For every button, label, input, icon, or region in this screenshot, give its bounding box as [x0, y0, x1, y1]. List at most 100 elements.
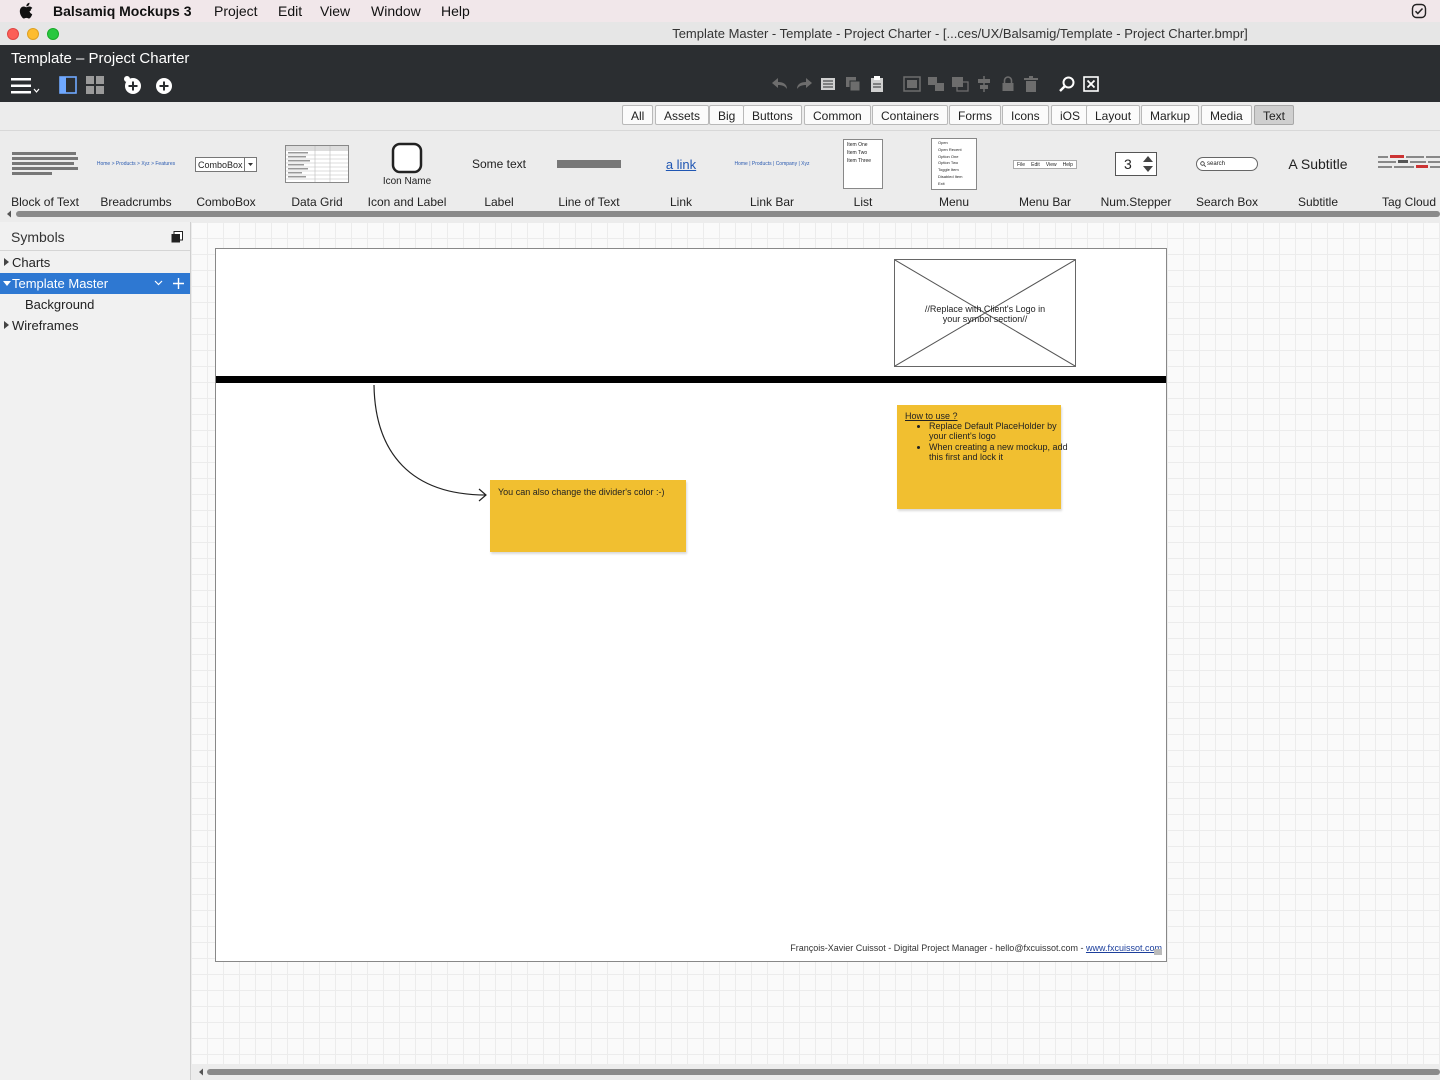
sticky-note-how-to-use[interactable]: How to use ? Replace Default PlaceHolder…	[897, 405, 1068, 509]
chevron-down-icon[interactable]	[154, 280, 163, 286]
canvas-scrollbar[interactable]	[197, 1064, 1440, 1080]
filter-big[interactable]: Big	[709, 105, 745, 125]
filter-containers[interactable]: Containers	[872, 105, 949, 125]
caret-right-icon[interactable]	[4, 258, 9, 266]
library-item-icon-and-label[interactable]: Icon Name Icon and Label	[362, 131, 452, 211]
library-item-combobox[interactable]: ComboBox ComboBox	[181, 131, 271, 211]
grid-view-icon[interactable]	[86, 76, 104, 94]
sidebar-title: Symbols	[11, 229, 65, 245]
filter-assets[interactable]: Assets	[655, 105, 710, 125]
menu-edit[interactable]: Edit	[278, 3, 302, 19]
sidebar-item-label: Wireframes	[12, 318, 79, 333]
caret-right-icon[interactable]	[4, 321, 9, 329]
sidebar-item-template-master[interactable]: Template Master	[0, 273, 190, 294]
filter-all[interactable]: All	[622, 105, 654, 125]
library-item-tag-cloud[interactable]: Tag Cloud	[1364, 131, 1440, 211]
status-check-icon[interactable]	[1411, 3, 1427, 19]
redo-icon[interactable]	[795, 77, 813, 91]
library-item-breadcrumbs[interactable]: Home > Products > Xyz > Features Breadcr…	[91, 131, 181, 211]
menu-preview-item: Open Recent	[938, 146, 962, 152]
library-item-link-bar[interactable]: Home | Products | Company | Xyz Link Bar	[727, 131, 817, 211]
fullscreen-close-icon[interactable]	[1083, 76, 1099, 92]
library-item-list[interactable]: Item One Item Two Item Three List	[818, 131, 908, 211]
search-preview-icon	[1200, 161, 1206, 167]
trash-icon[interactable]	[1024, 76, 1038, 92]
duplicate-icon[interactable]	[845, 76, 861, 92]
header-divider[interactable]	[216, 376, 1166, 383]
library-item-menu-bar[interactable]: File Edit View Help Menu Bar	[1000, 131, 1090, 211]
sidebar-item-wireframes[interactable]: Wireframes	[0, 315, 190, 336]
footer-text: François-Xavier Cuissot - Digital Projec…	[790, 943, 1086, 953]
resize-handle-icon[interactable]	[1154, 949, 1162, 955]
arrange-icon[interactable]	[951, 76, 969, 92]
library-item-subtitle[interactable]: A Subtitle Subtitle	[1273, 131, 1363, 211]
sidebar-item-charts[interactable]: Charts	[0, 252, 190, 273]
filter-markup[interactable]: Markup	[1141, 105, 1200, 125]
library-item-label[interactable]: Some text Label	[454, 131, 544, 211]
menu-window[interactable]: Window	[371, 3, 421, 19]
list-preview-item: Item Three	[847, 158, 872, 164]
filter-ios[interactable]: iOS	[1051, 105, 1090, 125]
add-mockup-icon[interactable]	[123, 75, 143, 95]
hamburger-menu-icon[interactable]	[11, 77, 41, 95]
library-item-link[interactable]: a link Link	[636, 131, 726, 211]
filter-forms[interactable]: Forms	[949, 105, 1001, 125]
toggle-sidebar-icon[interactable]	[59, 76, 77, 94]
align-icon[interactable]	[975, 76, 993, 92]
undo-icon[interactable]	[771, 77, 789, 91]
group-icon[interactable]	[903, 76, 921, 92]
close-window-button[interactable]	[7, 28, 19, 40]
library-item-search-box[interactable]: search Search Box	[1182, 131, 1272, 211]
library-item-data-grid[interactable]: Data Grid	[272, 131, 362, 211]
tag-cloud-preview	[1364, 137, 1440, 191]
filter-icons[interactable]: Icons	[1002, 105, 1049, 125]
menu-help[interactable]: Help	[441, 3, 470, 19]
filter-media[interactable]: Media	[1201, 105, 1252, 125]
menu-preview-item: Toggle Item	[938, 167, 959, 173]
list-preview-item: Item Two	[847, 150, 868, 156]
zoom-window-button[interactable]	[47, 28, 59, 40]
minimize-window-button[interactable]	[27, 28, 39, 40]
filter-buttons[interactable]: Buttons	[743, 105, 802, 125]
mockup-page[interactable]: //Replace with Client's Logo in your sym…	[215, 248, 1167, 962]
macos-menu-bar: Balsamiq Mockups 3 Project Edit View Win…	[0, 0, 1440, 23]
lock-icon[interactable]	[1001, 76, 1015, 92]
line-of-text-preview	[544, 137, 634, 191]
copy-symbol-icon[interactable]	[171, 231, 183, 243]
filter-text[interactable]: Text	[1254, 105, 1295, 125]
window-title: Template Master - Template - Project Cha…	[672, 26, 1248, 41]
sticky-note-text: You can also change the divider's color …	[498, 487, 665, 497]
sidebar-item-background[interactable]: Background	[0, 294, 190, 315]
library-item-line-of-text[interactable]: Line of Text	[544, 131, 634, 211]
filter-common[interactable]: Common	[804, 105, 871, 125]
copy-icon[interactable]	[820, 76, 836, 92]
library-item-num-stepper[interactable]: 3 Num.Stepper	[1091, 131, 1181, 211]
library-filter-bar: All Assets Big Buttons Common Containers…	[0, 102, 1440, 130]
app-header: Template – Project Charter	[0, 45, 1440, 102]
library-scrollbar[interactable]	[6, 210, 1440, 218]
annotation-arrow[interactable]	[371, 383, 491, 503]
menu-view[interactable]: View	[320, 3, 350, 19]
paste-icon[interactable]	[869, 76, 885, 92]
add-symbol-icon[interactable]	[173, 278, 184, 289]
caret-down-icon[interactable]	[3, 281, 11, 286]
apple-icon[interactable]	[19, 2, 33, 19]
mockup-footer: François-Xavier Cuissot - Digital Projec…	[790, 943, 1162, 953]
filter-layout[interactable]: Layout	[1086, 105, 1141, 125]
ungroup-icon[interactable]	[927, 76, 945, 92]
component-library: Block of Text Home > Products > Xyz > Fe…	[0, 130, 1440, 221]
library-item-menu[interactable]: Open Open Recent Option One Option Two T…	[909, 131, 999, 211]
search-icon[interactable]	[1059, 76, 1075, 92]
logo-placeholder[interactable]: //Replace with Client's Logo in your sym…	[894, 259, 1076, 367]
link-bar-preview: Home | Products | Company | Xyz	[734, 161, 810, 167]
library-item-block-of-text[interactable]: Block of Text	[0, 131, 90, 211]
menu-project[interactable]: Project	[214, 3, 258, 19]
import-icon[interactable]	[154, 75, 174, 95]
how-to-use-title: How to use ?	[905, 411, 958, 421]
sticky-note-divider[interactable]: You can also change the divider's color …	[490, 480, 686, 552]
list-preview-item: Item One	[847, 142, 868, 148]
footer-link[interactable]: www.fxcuissot.com	[1086, 943, 1162, 953]
menu-preview-item: Option Two	[938, 160, 959, 166]
editor-canvas[interactable]: //Replace with Client's Logo in your sym…	[191, 222, 1440, 1064]
menu-app-name[interactable]: Balsamiq Mockups 3	[53, 3, 192, 19]
